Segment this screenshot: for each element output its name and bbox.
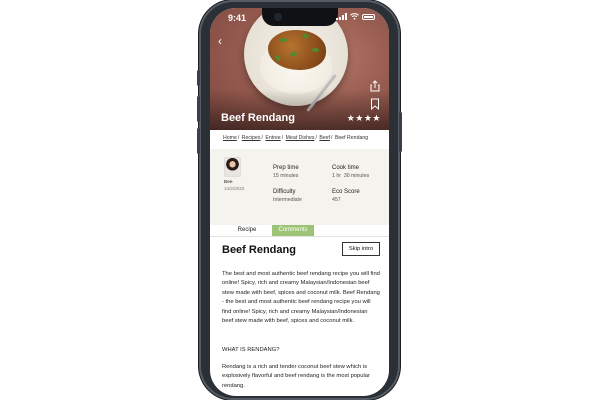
herb-garnish bbox=[280, 38, 287, 42]
phone-volume-up bbox=[197, 96, 200, 122]
breadcrumb-meat-dishes[interactable]: Meat Dishes bbox=[286, 135, 315, 141]
herb-garnish bbox=[312, 48, 319, 52]
author-name[interactable]: Bee bbox=[224, 180, 233, 185]
bookmark-icon[interactable] bbox=[369, 98, 381, 110]
tab-divider bbox=[210, 236, 389, 237]
prep-time-value: 15 minutes bbox=[273, 173, 299, 179]
status-icons bbox=[336, 13, 375, 20]
phone-power-button bbox=[399, 112, 402, 152]
star-rating: ★★★★ bbox=[346, 113, 381, 123]
breadcrumb-entree[interactable]: Entree bbox=[265, 135, 280, 141]
app-screen: 9:41 ‹ Beef Rendang ★★★★ Home/ Recipes/ … bbox=[210, 8, 389, 396]
breadcrumb-beef[interactable]: Beef bbox=[319, 135, 330, 141]
breadcrumb: Home/ Recipes/ Entree/ Meat Dishes/ Beef… bbox=[223, 135, 369, 141]
difficulty-value: Intermediate bbox=[273, 197, 302, 203]
tab-recipe[interactable]: Recipe bbox=[223, 225, 271, 236]
prep-time-label: Prep time bbox=[273, 165, 299, 171]
share-icon[interactable] bbox=[369, 80, 381, 92]
rendang-paragraph: Rendang is a rich and tender coconut bee… bbox=[222, 364, 370, 389]
tab-bar: Recipe Comments bbox=[210, 225, 389, 237]
wifi-icon bbox=[350, 13, 359, 20]
battery-icon bbox=[362, 13, 375, 20]
back-icon[interactable]: ‹ bbox=[218, 34, 222, 48]
cook-time-value: 1 hr 30 minutes bbox=[332, 173, 370, 179]
rendang-subheading: WHAT IS RENDANG? bbox=[222, 347, 280, 353]
phone-volume-down bbox=[197, 128, 200, 154]
breadcrumb-current: Beef Rendang bbox=[334, 135, 369, 141]
breadcrumb-home[interactable]: Home bbox=[223, 135, 237, 141]
phone-side-button bbox=[197, 70, 200, 86]
eco-score-label: Eco Score bbox=[332, 189, 360, 195]
signal-icon bbox=[336, 13, 347, 20]
author-date: 14/2/2022 bbox=[224, 186, 245, 191]
hero-gradient bbox=[210, 90, 389, 130]
skip-intro-button[interactable]: Skip intro bbox=[342, 242, 380, 256]
eco-score-value: 457 bbox=[332, 197, 341, 203]
breadcrumb-recipes[interactable]: Recipes bbox=[242, 135, 261, 141]
tab-comments[interactable]: Comments bbox=[272, 225, 314, 236]
recipe-info-panel: Bee 14/2/2022 Prep time 15 minutes Cook … bbox=[210, 149, 389, 225]
status-time: 9:41 bbox=[228, 13, 247, 23]
avatar[interactable] bbox=[224, 157, 241, 177]
recipe-title: Beef Rendang bbox=[222, 244, 296, 256]
status-bar: 9:41 bbox=[210, 8, 389, 26]
intro-paragraph: The best and most authentic beef rendang… bbox=[222, 271, 380, 325]
difficulty-label: Difficulty bbox=[273, 189, 296, 195]
recipe-hero-title: Beef Rendang bbox=[221, 112, 295, 124]
cook-time-label: Cook time bbox=[332, 165, 360, 171]
